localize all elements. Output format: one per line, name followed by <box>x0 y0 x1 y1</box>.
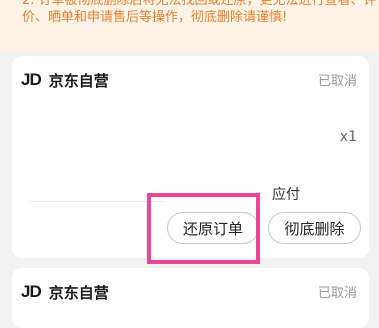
jd-logo-icon: JD <box>21 282 42 301</box>
jd-logo-icon: JD <box>21 70 42 89</box>
shop-header: JD 京东自营 <box>21 280 109 304</box>
shop-header: JD 京东自营 <box>21 68 109 92</box>
divider <box>30 201 165 202</box>
shop-name: 京东自营 <box>48 283 109 302</box>
highlight-box <box>147 193 260 264</box>
delete-warning-notice: 2. 订单被彻底删除后将无法找回或还原，更无法进行查看、评 价、晒单和申请售后等… <box>0 0 379 52</box>
item-quantity: x1 <box>339 129 357 145</box>
payable-label: 应付 <box>272 187 300 203</box>
order-status: 已取消 <box>317 286 357 301</box>
permanently-delete-button[interactable]: 彻底删除 <box>268 212 361 244</box>
notice-line-2: 价、晒单和申请售后等操作，彻底删除请谨慎! <box>22 10 288 25</box>
shop-name: 京东自营 <box>48 71 109 90</box>
notice-line-1: 2. 订单被彻底删除后将无法找回或还原，更无法进行查看、评 <box>22 0 377 8</box>
order-status: 已取消 <box>317 74 357 89</box>
order-card[interactable]: JD 京东自营 已取消 <box>12 268 369 328</box>
